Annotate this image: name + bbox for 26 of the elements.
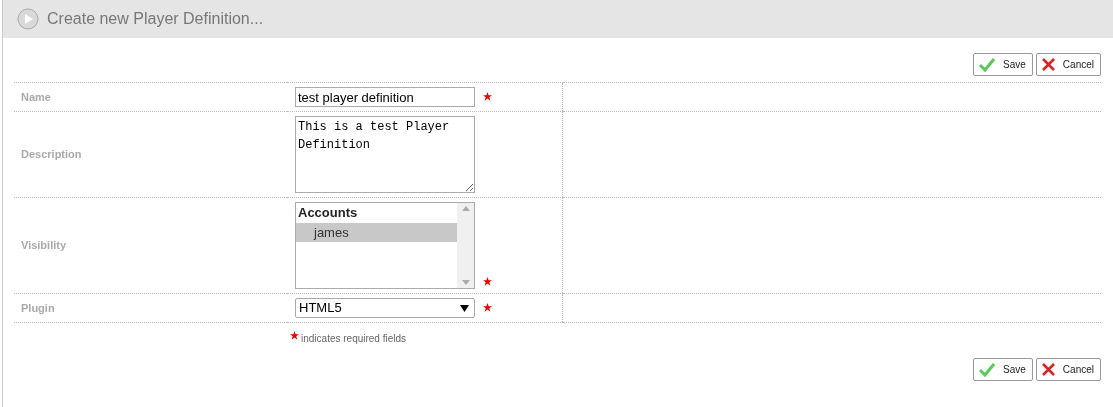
visibility-listbox[interactable]: Accounts james	[295, 202, 475, 289]
name-field[interactable]: test player definition	[295, 87, 475, 107]
scroll-down-icon[interactable]	[461, 280, 470, 285]
close-icon	[1041, 363, 1055, 376]
field-label: Description	[21, 148, 82, 161]
play-icon	[17, 8, 39, 30]
plugin-dropdown[interactable]: HTML5	[295, 298, 475, 318]
group-heading: Accounts	[297, 204, 359, 222]
field-label: Name	[21, 90, 51, 103]
field-label: Plugin	[21, 301, 55, 314]
scrollbar[interactable]	[457, 203, 474, 288]
save-button[interactable]: Save	[973, 53, 1033, 76]
required-note: indicates required fields	[301, 332, 407, 346]
checkmark-icon	[979, 362, 996, 377]
description-field[interactable]: This is a test Player Definition	[295, 116, 475, 193]
required-star-icon	[290, 331, 299, 340]
close-icon	[1041, 58, 1055, 71]
checkmark-icon	[979, 57, 996, 72]
field-label: Visibility	[21, 239, 67, 252]
save-button[interactable]: Save	[973, 358, 1033, 381]
page-title: Create new Player Definition...	[47, 9, 264, 29]
cancel-button[interactable]: Cancel	[1035, 358, 1101, 381]
caret-icon	[460, 304, 469, 312]
list-option[interactable]: james	[296, 222, 457, 242]
cancel-button[interactable]: Cancel	[1035, 53, 1101, 76]
scroll-up-icon[interactable]	[461, 206, 470, 211]
